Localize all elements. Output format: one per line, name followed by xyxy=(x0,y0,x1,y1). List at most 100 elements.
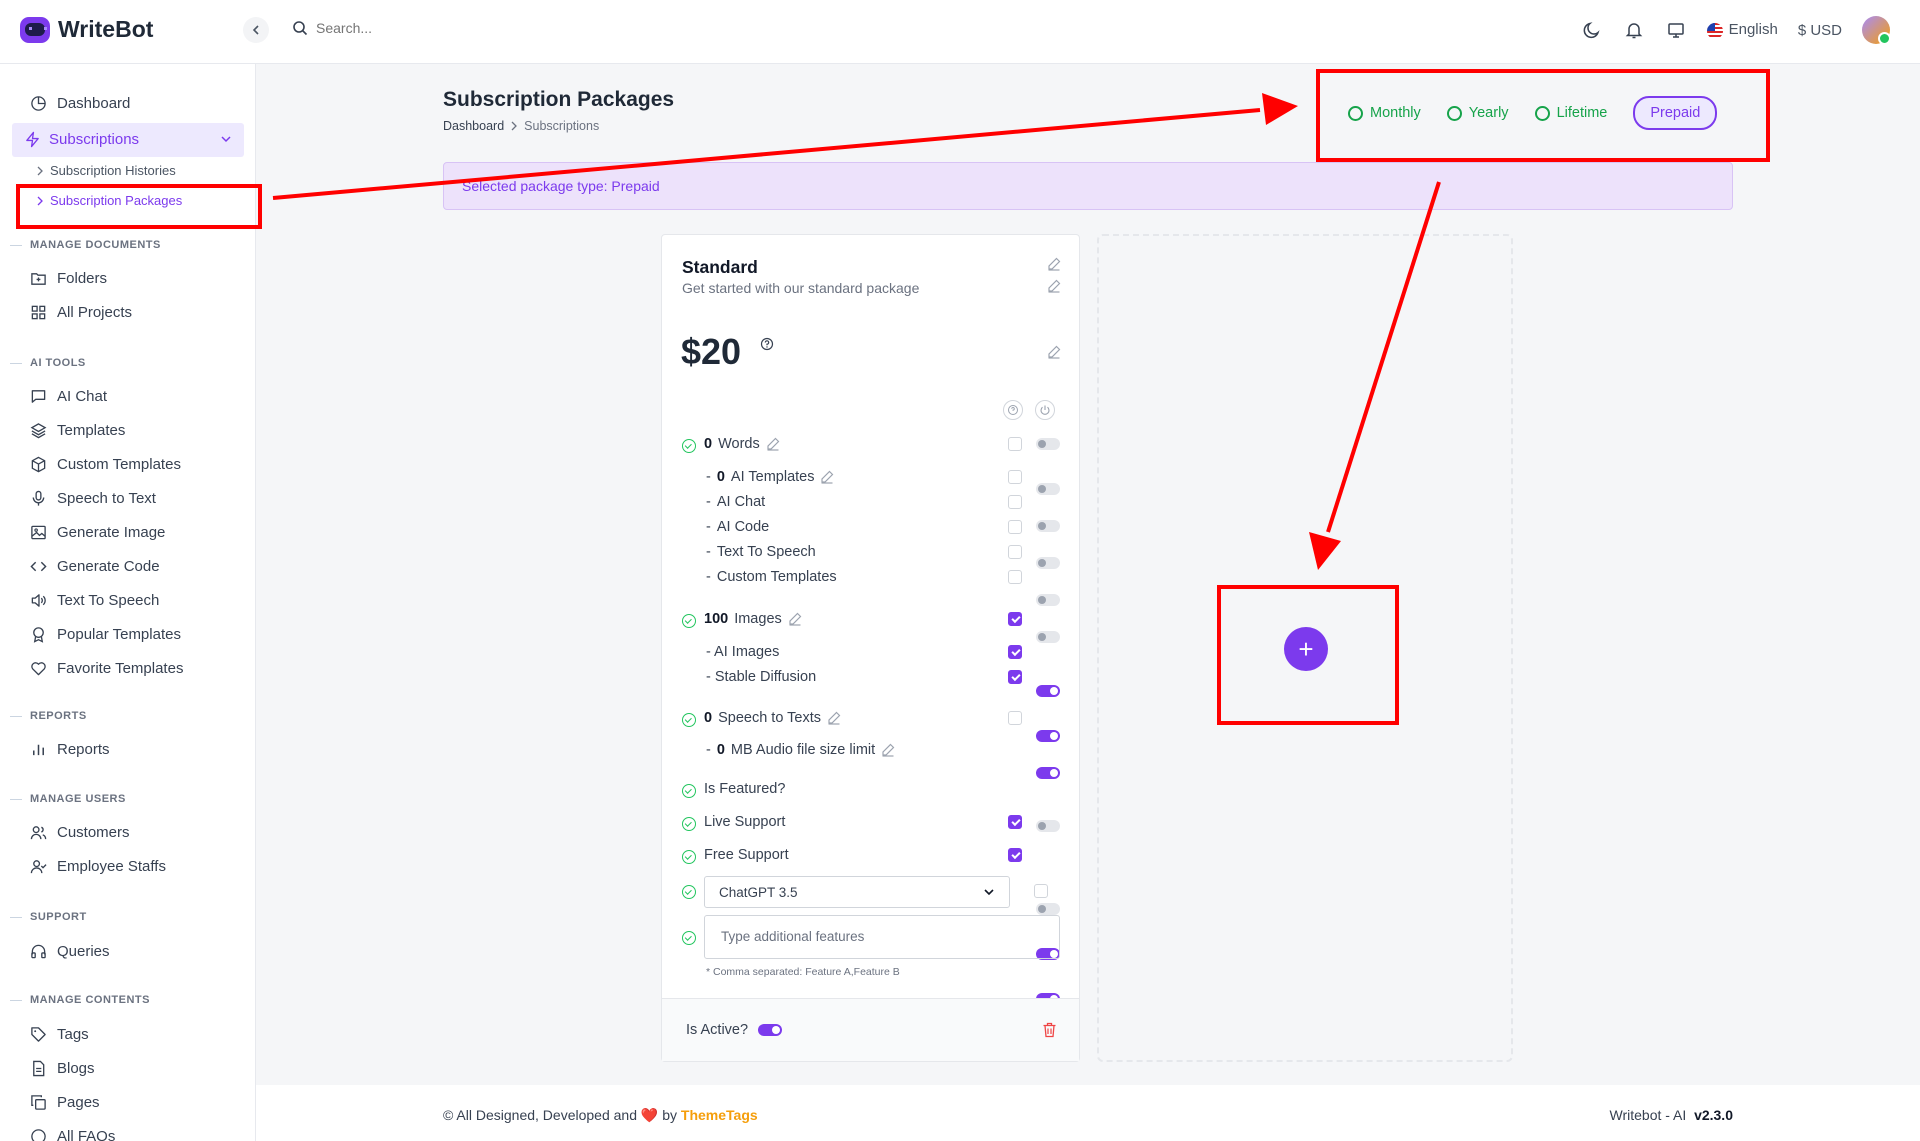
sidebar-item-all-projects[interactable]: All Projects xyxy=(30,304,132,321)
collapse-sidebar-button[interactable] xyxy=(243,17,269,43)
sidebar-item-all-faqs[interactable]: All FAQs xyxy=(30,1128,115,1141)
ai-images-toggle[interactable] xyxy=(1036,730,1060,742)
speech-checkbox[interactable] xyxy=(1008,711,1022,725)
sidebar-item-label: Pages xyxy=(57,1094,100,1111)
sidebar-item-subscriptions[interactable]: Subscriptions xyxy=(12,123,244,157)
custom-templates-checkbox[interactable] xyxy=(1008,570,1022,584)
images-checkbox[interactable] xyxy=(1008,612,1022,626)
ai-code-checkbox[interactable] xyxy=(1008,520,1022,534)
sidebar-item-popular-templates[interactable]: Popular Templates xyxy=(30,626,181,643)
edit-icon[interactable] xyxy=(1047,279,1061,293)
text-to-speech-checkbox[interactable] xyxy=(1008,545,1022,559)
model-select[interactable]: ChatGPT 3.5 xyxy=(704,876,1010,908)
trash-icon[interactable] xyxy=(1042,1022,1057,1038)
feature-images: 100 Images xyxy=(704,611,802,627)
edit-icon[interactable] xyxy=(820,470,834,484)
sidebar-item-templates[interactable]: Templates xyxy=(30,422,125,439)
sidebar-item-dashboard[interactable]: Dashboard xyxy=(30,95,130,112)
annotation-box-sidebar xyxy=(16,184,262,229)
is-active-toggle[interactable] xyxy=(758,1024,782,1036)
currency-selector[interactable]: $ USD xyxy=(1798,22,1842,39)
user-avatar[interactable] xyxy=(1862,16,1891,45)
feature-audio-limit: -0 MB Audio file size limit xyxy=(706,742,895,758)
check-circle-icon xyxy=(682,817,696,831)
footer-version: Writebot - AI v2.3.0 xyxy=(1610,1107,1734,1123)
bell-icon[interactable] xyxy=(1623,19,1645,41)
sidebar-item-customers[interactable]: Customers xyxy=(30,824,130,841)
audio-label: MB Audio file size limit xyxy=(730,742,876,758)
ai-code-toggle[interactable] xyxy=(1036,557,1060,569)
images-count: 100 xyxy=(704,611,729,627)
text-to-speech-prefix: - xyxy=(706,544,711,560)
ai-chat-checkbox[interactable] xyxy=(1008,495,1022,509)
sidebar-item-blogs[interactable]: Blogs xyxy=(30,1060,95,1077)
users-icon xyxy=(30,826,47,840)
ai-templates-checkbox[interactable] xyxy=(1008,470,1022,484)
edit-icon[interactable] xyxy=(788,612,802,626)
power-icon xyxy=(1035,400,1055,420)
ai-code-prefix: - xyxy=(706,519,711,535)
sidebar-subitem-subscription-histories[interactable]: Subscription Histories xyxy=(36,163,176,178)
sidebar-item-generate-code[interactable]: Generate Code xyxy=(30,558,160,575)
sidebar-item-label: Dashboard xyxy=(57,95,131,112)
sidebar-item-custom-templates[interactable]: Custom Templates xyxy=(30,456,181,473)
words-toggle[interactable] xyxy=(1036,438,1060,450)
is-featured-toggle[interactable] xyxy=(1036,903,1060,915)
breadcrumb-dashboard[interactable]: Dashboard xyxy=(443,119,504,133)
ai-code-label: AI Code xyxy=(716,519,770,535)
monitor-icon[interactable] xyxy=(1665,19,1687,41)
help-circle-icon[interactable] xyxy=(760,337,774,351)
custom-templates-toggle[interactable] xyxy=(1036,631,1060,643)
stable-diffusion-toggle[interactable] xyxy=(1036,767,1060,779)
free-support-checkbox[interactable] xyxy=(1008,848,1022,862)
sidebar-item-pages[interactable]: Pages xyxy=(30,1094,100,1111)
ai-chat-toggle[interactable] xyxy=(1036,520,1060,532)
images-toggle[interactable] xyxy=(1036,685,1060,697)
robot-logo-icon xyxy=(20,16,50,43)
zap-icon xyxy=(26,131,39,148)
sidebar-item-speech-to-text[interactable]: Speech to Text xyxy=(30,490,156,507)
search-input[interactable] xyxy=(316,20,616,36)
sidebar-item-text-to-speech[interactable]: Text To Speech xyxy=(30,592,159,609)
edit-icon[interactable] xyxy=(1047,345,1061,359)
stable-diffusion-checkbox[interactable] xyxy=(1008,670,1022,684)
page-title: Subscription Packages xyxy=(443,88,675,111)
sidebar-item-reports[interactable]: Reports xyxy=(30,741,110,758)
ai-templates-toggle[interactable] xyxy=(1036,483,1060,495)
model-checkbox[interactable] xyxy=(1034,884,1048,898)
moon-icon[interactable] xyxy=(1581,19,1603,41)
sidebar-item-label: All Projects xyxy=(57,304,133,321)
edit-icon[interactable] xyxy=(1047,257,1061,271)
live-support-checkbox[interactable] xyxy=(1008,815,1022,829)
check-circle-icon xyxy=(682,713,696,727)
ai-images-checkbox[interactable] xyxy=(1008,645,1022,659)
sidebar-item-favorite-templates[interactable]: Favorite Templates xyxy=(30,660,183,677)
package-price: $20 xyxy=(681,331,742,372)
words-checkbox[interactable] xyxy=(1008,437,1022,451)
additional-features-input[interactable]: Type additional features xyxy=(704,915,1060,959)
edit-icon[interactable] xyxy=(881,743,895,757)
user-check-icon xyxy=(30,860,47,874)
sidebar-item-label: Subscriptions xyxy=(49,131,140,148)
microphone-icon xyxy=(32,490,45,506)
speech-toggle[interactable] xyxy=(1036,820,1060,832)
heart-icon xyxy=(31,662,46,676)
footer-brand-link[interactable]: ThemeTags xyxy=(681,1107,758,1123)
edit-icon[interactable] xyxy=(766,437,780,451)
sidebar-item-ai-chat[interactable]: AI Chat xyxy=(30,388,107,405)
app-logo[interactable]: WriteBot xyxy=(20,16,153,43)
sidebar-item-folders[interactable]: Folders xyxy=(30,270,107,287)
ai-templates-prefix: - xyxy=(706,469,711,485)
chevron-down-icon xyxy=(984,889,994,896)
search-box[interactable] xyxy=(292,20,616,36)
sidebar-item-label: All FAQs xyxy=(57,1128,116,1141)
sidebar-item-generate-image[interactable]: Generate Image xyxy=(30,524,165,541)
edit-icon[interactable] xyxy=(827,711,841,725)
feature-ai-chat: - AI Chat xyxy=(706,494,765,510)
sidebar-item-employee-staffs[interactable]: Employee Staffs xyxy=(30,858,166,875)
text-to-speech-toggle[interactable] xyxy=(1036,594,1060,606)
sidebar-item-tags[interactable]: Tags xyxy=(30,1026,89,1043)
language-selector[interactable]: English xyxy=(1706,21,1778,39)
volume-icon xyxy=(31,594,46,607)
sidebar-item-queries[interactable]: Queries xyxy=(30,943,110,960)
